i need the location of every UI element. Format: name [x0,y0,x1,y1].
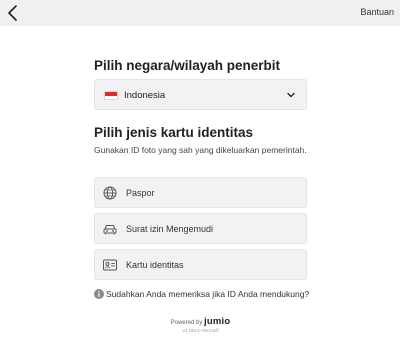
indonesia-flag-icon [104,91,118,100]
supported-id-link[interactable]: Sudahkan Anda memeriksa jika ID Anda men… [94,289,310,299]
help-link[interactable]: Bantuan [360,7,394,17]
id-card-option-label: Kartu identitas [126,260,184,270]
id-type-heading: Pilih jenis kartu identitas [94,125,254,140]
passport-option[interactable]: Paspor [94,177,307,208]
powered-by-label: Powered by [170,320,203,326]
powered-by: Powered by jumio [94,316,307,327]
drivers-license-option-label: Surat izin Mengemudi [126,224,214,234]
chevron-left-icon [8,5,17,21]
id-card-option[interactable]: Kartu identitas [94,249,307,280]
info-icon [94,289,104,299]
supported-id-question: Sudahkan Anda memeriksa jika ID Anda men… [106,289,310,299]
drivers-license-option[interactable]: Surat izin Mengemudi [94,213,307,244]
version-label: v4.159.2-79210eff [182,328,219,333]
back-button[interactable] [6,4,20,22]
chevron-down-icon [287,92,295,98]
country-heading: Pilih negara/wilayah penerbit [94,58,281,73]
country-select[interactable]: Indonesia [94,79,307,110]
id-type-description: Gunakan ID foto yang sah yang dikeluarka… [94,145,307,155]
globe-icon [103,186,117,200]
jumio-logo: jumio [204,316,231,327]
car-icon [103,225,117,235]
top-bar: Bantuan [0,0,400,26]
id-card-icon [103,259,117,271]
passport-option-label: Paspor [126,188,155,198]
country-select-value: Indonesia [124,90,166,101]
